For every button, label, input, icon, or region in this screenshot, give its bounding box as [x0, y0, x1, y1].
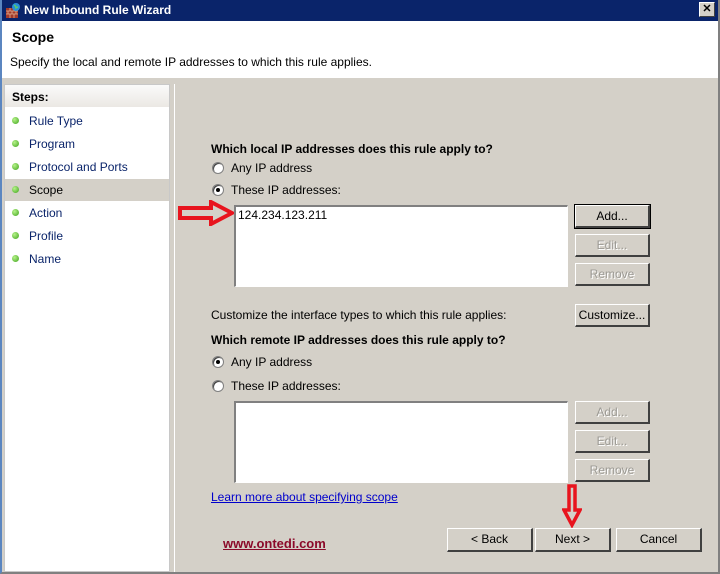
step-status-icon	[12, 140, 19, 147]
step-label: Scope	[29, 183, 64, 197]
close-icon: ✕	[702, 3, 712, 15]
customize-button[interactable]: Customize...	[575, 304, 650, 327]
step-rule-type[interactable]: Rule Type	[5, 110, 169, 132]
list-item[interactable]: 124.234.123.211	[238, 208, 327, 222]
step-program[interactable]: Program	[5, 133, 169, 155]
local-add-button[interactable]: Add...	[574, 204, 651, 229]
step-status-icon	[12, 117, 19, 124]
remote-any-ip-label[interactable]: Any IP address	[231, 355, 312, 369]
step-protocol-and-ports[interactable]: Protocol and Ports	[5, 156, 169, 178]
wizard-header: Scope Specify the local and remote IP ad…	[2, 21, 718, 80]
step-label: Program	[29, 137, 76, 151]
remote-ip-list[interactable]	[234, 401, 568, 483]
remote-remove-button[interactable]: Remove	[575, 459, 650, 482]
back-button[interactable]: < Back	[447, 528, 533, 552]
step-action[interactable]: Action	[5, 202, 169, 224]
steps-panel: Steps: Rule Type Program Protocol and Po…	[4, 84, 170, 572]
customize-description: Customize the interface types to which t…	[211, 308, 507, 322]
local-these-ip-label[interactable]: These IP addresses:	[231, 183, 341, 197]
local-ip-question: Which local IP addresses does this rule …	[211, 142, 493, 156]
step-status-icon	[12, 232, 19, 239]
step-label: Name	[29, 252, 62, 266]
local-these-ip-radio[interactable]	[212, 184, 224, 196]
step-status-icon	[12, 255, 19, 262]
steps-heading: Steps:	[5, 85, 169, 107]
step-status-icon	[12, 163, 19, 170]
remote-add-button[interactable]: Add...	[575, 401, 650, 424]
step-label: Profile	[29, 229, 64, 243]
step-scope[interactable]: Scope	[5, 179, 169, 201]
local-any-ip-label[interactable]: Any IP address	[231, 161, 312, 175]
local-any-ip-radio[interactable]	[212, 162, 224, 174]
step-status-icon	[12, 186, 19, 193]
next-button[interactable]: Next >	[535, 528, 611, 552]
step-profile[interactable]: Profile	[5, 225, 169, 247]
remote-any-ip-radio[interactable]	[212, 356, 224, 368]
step-label: Protocol and Ports	[29, 160, 128, 174]
remote-these-ip-label[interactable]: These IP addresses:	[231, 379, 341, 393]
local-remove-button[interactable]: Remove	[575, 263, 650, 286]
red-arrow-down-icon	[562, 484, 582, 528]
remote-ip-question: Which remote IP addresses does this rule…	[211, 333, 506, 347]
red-arrow-right-icon	[178, 200, 235, 226]
firewall-icon	[6, 3, 20, 18]
learn-more-link[interactable]: Learn more about specifying scope	[211, 490, 398, 504]
main-panel: Which local IP addresses does this rule …	[174, 84, 718, 572]
close-button[interactable]: ✕	[699, 2, 715, 17]
watermark-text: www.ontedi.com	[223, 536, 326, 551]
local-ip-list[interactable]: 124.234.123.211	[234, 205, 568, 287]
step-label: Rule Type	[29, 114, 83, 128]
remote-these-ip-radio[interactable]	[212, 380, 224, 392]
cancel-button[interactable]: Cancel	[616, 528, 702, 552]
title-bar: New Inbound Rule Wizard ✕	[2, 0, 718, 21]
window-title: New Inbound Rule Wizard	[24, 3, 172, 17]
page-description: Specify the local and remote IP addresse…	[10, 55, 372, 69]
step-status-icon	[12, 209, 19, 216]
step-name[interactable]: Name	[5, 248, 169, 270]
page-title: Scope	[12, 29, 55, 45]
local-edit-button[interactable]: Edit...	[575, 234, 650, 257]
remote-edit-button[interactable]: Edit...	[575, 430, 650, 453]
wizard-window: New Inbound Rule Wizard ✕ Scope Specify …	[0, 0, 720, 574]
step-label: Action	[29, 206, 63, 220]
